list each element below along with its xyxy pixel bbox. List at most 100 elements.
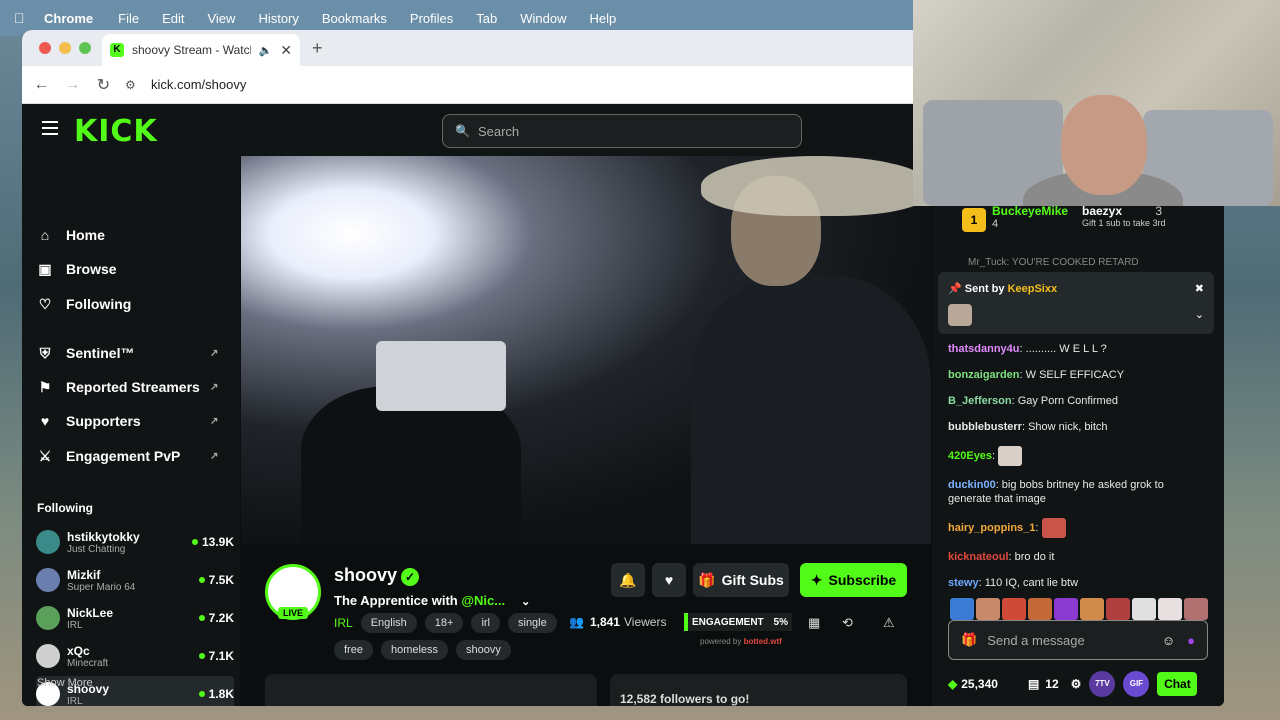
close-window-button[interactable] [39, 42, 51, 54]
chat-input[interactable]: 🎁 Send a message ☺ ● [948, 620, 1208, 660]
menu-file[interactable]: File [118, 11, 139, 26]
minimize-window-button[interactable] [59, 42, 71, 54]
channel-name[interactable]: shoovy [334, 565, 397, 586]
chevron-down-icon[interactable]: ⌄ [521, 596, 530, 608]
following-item[interactable]: NickLee IRL 7.2K [36, 600, 234, 636]
leader-name[interactable]: BuckeyeMike [992, 204, 1068, 218]
menu-icon[interactable] [42, 121, 58, 135]
close-tab-icon[interactable]: ✕ [280, 42, 292, 59]
emoji-icon[interactable]: ☺ [1162, 633, 1175, 648]
tag[interactable]: free [334, 640, 373, 660]
emote-icon[interactable] [1158, 598, 1182, 620]
zoom-window-button[interactable] [79, 42, 91, 54]
follow-button[interactable]: ♥ [652, 563, 686, 597]
powered-by-brand[interactable]: botted.wtf [744, 637, 782, 646]
nav-home[interactable]: ⌂ Home [36, 223, 105, 247]
menu-bookmarks[interactable]: Bookmarks [322, 11, 387, 26]
show-more-link[interactable]: Show More [37, 677, 93, 689]
back-button[interactable]: ← [26, 76, 57, 94]
chat-username[interactable]: bonzaigarden [948, 369, 1020, 381]
chat-username[interactable]: duckin00 [948, 479, 996, 491]
stream-title-mention[interactable]: @Nic... [461, 593, 505, 608]
browser-tab[interactable]: K shoovy Stream - Watch Li 🔈 ✕ [102, 34, 300, 66]
video-player[interactable] [241, 156, 931, 544]
points-count[interactable]: 25,340 [961, 677, 998, 691]
chat-username[interactable]: kicknateoul [948, 551, 1009, 563]
nav-engagement-pvp[interactable]: ⚔ Engagement PvP ↗ [36, 444, 219, 468]
search-input[interactable]: 🔍 Search [442, 114, 802, 148]
stats-icon[interactable]: ▦ [808, 615, 820, 631]
emote-icon[interactable] [1132, 598, 1156, 620]
emote-icon[interactable] [1028, 598, 1052, 620]
chat-username[interactable]: hairy_poppins_1 [948, 522, 1035, 534]
report-icon[interactable]: ⚠ [883, 615, 895, 631]
browse-icon: ▣ [38, 260, 52, 277]
tag[interactable]: irl [471, 613, 500, 633]
kick-emote-icon[interactable]: ● [1187, 633, 1195, 648]
tag[interactable]: single [508, 613, 557, 633]
nav-supporters[interactable]: ♥ Supporters ↗ [36, 409, 219, 433]
kick-logo[interactable]: KICK [74, 114, 158, 149]
category-link[interactable]: IRL [334, 616, 353, 630]
nav-following[interactable]: ♡ Following [36, 292, 132, 316]
emote-icon[interactable] [1184, 598, 1208, 620]
site-info-icon[interactable]: ⚙ [125, 78, 147, 92]
chat-username[interactable]: thatsdanny4u [948, 343, 1020, 355]
chat-username[interactable]: stewy [948, 577, 979, 589]
following-item[interactable]: xQc Minecraft 7.1K [36, 638, 234, 674]
seventv-badge[interactable]: 7TV [1089, 671, 1116, 697]
subscribe-button[interactable]: ✦ Subscribe [800, 563, 907, 597]
nav-browse[interactable]: ▣ Browse [36, 257, 116, 281]
tag[interactable]: homeless [380, 640, 449, 660]
chat-send-button[interactable]: Chat [1157, 672, 1198, 696]
emote-icon[interactable] [950, 598, 974, 620]
tag[interactable]: 18+ [424, 613, 464, 633]
gif-badge[interactable]: GIF [1123, 671, 1150, 697]
gift-icon[interactable]: 🎁 [961, 632, 977, 648]
emote-icon[interactable] [1054, 598, 1078, 620]
menu-chrome[interactable]: Chrome [44, 11, 93, 26]
following-item[interactable]: hstikkytokky Just Chatting 13.9K [36, 524, 234, 560]
following-item[interactable]: Mizkif Super Mario 64 7.5K [36, 562, 234, 598]
viewer-count: 👥 1,841 Viewers [569, 615, 666, 629]
leader-name[interactable]: baezyx [1082, 204, 1122, 218]
gift-leaderboard-first: 1 BuckeyeMike 4 [962, 204, 1068, 232]
notification-bell-button[interactable]: 🔔 [611, 563, 645, 597]
menu-window[interactable]: Window [520, 11, 566, 26]
chat-message: stewy: 110 IQ, cant lie btw [948, 577, 1079, 589]
chevron-down-icon[interactable]: ⌄ [1195, 308, 1204, 321]
url-field[interactable]: kick.com/shoovy [151, 77, 246, 92]
forward-button[interactable]: → [57, 76, 88, 94]
reload-button[interactable]: ↻ [88, 75, 119, 95]
emote-icon[interactable] [1106, 598, 1130, 620]
nav-reported-streamers[interactable]: ⚑ Reported Streamers ↗ [36, 375, 219, 399]
menu-tab[interactable]: Tab [476, 11, 497, 26]
unpin-icon[interactable]: ✖ [1195, 282, 1204, 295]
emote-icon[interactable] [976, 598, 1000, 620]
menu-history[interactable]: History [258, 11, 298, 26]
share-icon[interactable]: ⟲ [842, 615, 853, 631]
chat-username[interactable]: bubblebusterr [948, 421, 1022, 433]
new-tab-button[interactable]: + [312, 38, 323, 59]
following-category: Super Mario 64 [67, 581, 136, 593]
speaker-icon[interactable]: 🔈 [259, 44, 273, 57]
chat-username[interactable]: 420Eyes [948, 450, 992, 462]
gift-subs-button[interactable]: 🎁 Gift Subs [693, 563, 789, 597]
apple-icon[interactable]:  [14, 10, 28, 26]
menu-help[interactable]: Help [590, 11, 617, 26]
pinned-user[interactable]: KeepSixx [1008, 283, 1058, 295]
chat-username[interactable]: B_Jefferson [948, 395, 1012, 407]
emote-icon[interactable] [1002, 598, 1026, 620]
emote-icon[interactable] [1080, 598, 1104, 620]
powered-by-text: powered by [700, 637, 744, 646]
external-link-icon: ↗ [210, 381, 219, 393]
menu-profiles[interactable]: Profiles [410, 11, 453, 26]
menu-edit[interactable]: Edit [162, 11, 184, 26]
tag[interactable]: English [360, 613, 417, 633]
viewers-number: 1,841 [589, 615, 620, 629]
nav-sentinel[interactable]: ⛨ Sentinel™ ↗ [36, 341, 219, 365]
menu-view[interactable]: View [207, 11, 235, 26]
tag[interactable]: shoovy [456, 640, 511, 660]
gear-icon[interactable]: ⚙ [1071, 677, 1082, 691]
webcam-overlay [913, 0, 1280, 206]
